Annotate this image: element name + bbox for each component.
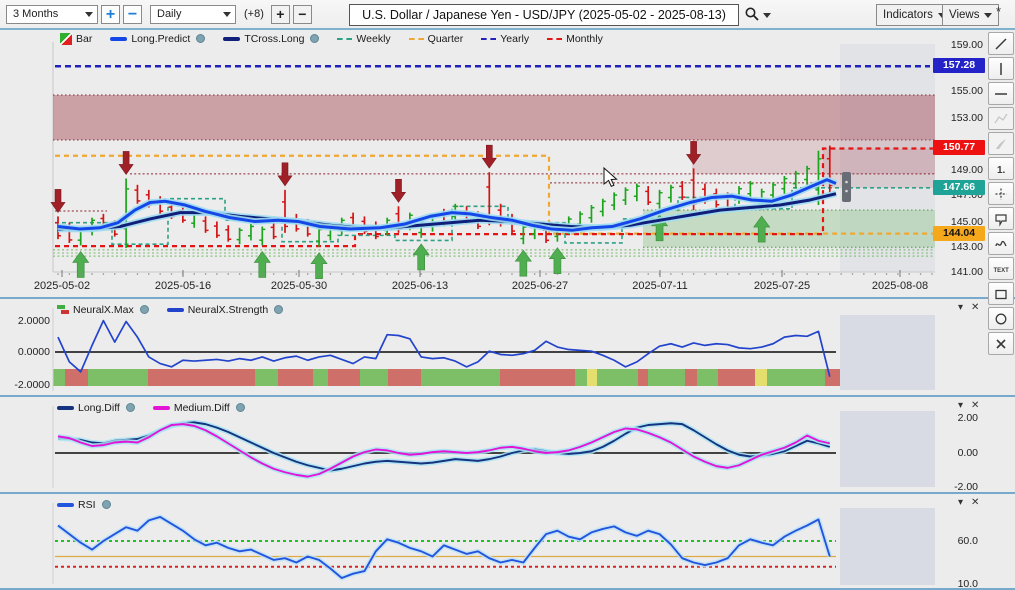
ellipse-icon[interactable] [988, 307, 1014, 330]
close-panel-icon[interactable]: ✕ [971, 498, 979, 508]
price-tick-label: 141.00 [925, 266, 983, 278]
date-tick-label: 2025-08-08 [872, 280, 928, 292]
price-tick-label: 143.00 [925, 241, 983, 253]
collapse-panel-icon[interactable]: ▾ [958, 498, 963, 508]
rectangle-icon[interactable] [988, 282, 1014, 305]
date-tick-label: 2025-06-13 [392, 280, 448, 292]
remove-bars-button[interactable]: − [293, 5, 312, 24]
range-select[interactable]: 3 Months [6, 5, 98, 24]
oscillator-tick-label: 0.00 [940, 447, 978, 459]
chevron-down-icon [984, 13, 992, 18]
add-bars-button[interactable]: + [271, 5, 290, 24]
chart-splitter-handle[interactable] [842, 172, 851, 202]
chevron-down-icon [223, 12, 231, 17]
panel-divider[interactable] [0, 492, 1015, 494]
date-tick-label: 2025-07-11 [632, 280, 687, 292]
date-tick-label: 2025-05-16 [155, 280, 211, 292]
search-dropdown-icon[interactable] [763, 13, 771, 18]
oscillator-tick-label: -2.0000 [8, 379, 50, 391]
indicators-button-label: Indicators [883, 9, 933, 21]
top-toolbar: 3 Months + − Daily (+8) + − U.S. Dollar … [0, 0, 1015, 30]
price-tick-label: 159.00 [925, 39, 983, 51]
views-button-label: Views [949, 9, 979, 21]
sell-signal-arrow [482, 145, 496, 168]
oscillator-tick-label: 2.00 [940, 412, 978, 424]
price-level-badge: 144.04 [933, 226, 985, 241]
buy-signal-arrow [549, 248, 565, 274]
interval-select-value: Daily [157, 8, 181, 20]
trendline-icon[interactable] [988, 32, 1014, 55]
buy-signal-arrow [413, 244, 429, 270]
brush-icon [988, 132, 1014, 155]
close-panel-icon[interactable]: ✕ [971, 303, 979, 313]
svg-text:1.: 1. [997, 165, 1006, 176]
date-tick-label: 2025-05-02 [34, 280, 90, 292]
future-projection-area [840, 315, 935, 390]
symbol-title-input[interactable]: U.S. Dollar / Japanese Yen - USD/JPY (20… [349, 4, 739, 26]
price-tick-label: 149.00 [925, 164, 983, 176]
range-select-value: 3 Months [13, 8, 58, 20]
date-tick-label: 2025-05-30 [271, 280, 327, 292]
price-tick-label: 155.00 [925, 85, 983, 97]
close-panel-icon[interactable]: ✕ [971, 401, 979, 411]
neuralx-panel-controls: ▾✕ [958, 303, 979, 313]
collapse-panel-icon[interactable]: ▾ [958, 303, 963, 313]
horizontal-line-icon[interactable] [988, 82, 1014, 105]
oscillator-tick-label: 60.0 [940, 535, 978, 547]
window-star-label: * [996, 4, 1001, 19]
panel-divider[interactable] [0, 297, 1015, 299]
chevron-down-icon [85, 12, 93, 17]
drawing-toolbar: 1. TEXT [987, 32, 1014, 355]
oscillator-tick-label: 0.0000 [8, 346, 50, 358]
main-price-chart [0, 30, 940, 280]
price-level-badge: 150.77 [933, 140, 985, 155]
interval-select[interactable]: Daily [150, 5, 236, 24]
rsi-panel-controls: ▾✕ [958, 498, 979, 508]
neuralx-panel-chart [0, 300, 940, 397]
mouse-cursor [604, 168, 617, 186]
future-projection-area [840, 411, 935, 487]
future-projection-area [840, 508, 935, 585]
date-tick-label: 2025-07-25 [754, 280, 810, 292]
polyline-icon [988, 107, 1014, 130]
date-tick-label: 2025-06-27 [512, 280, 568, 292]
views-button[interactable]: Views [942, 4, 999, 26]
sell-signal-arrow [392, 179, 406, 202]
text-icon[interactable]: TEXT [988, 257, 1014, 280]
price-level-badge: 147.66 [933, 180, 985, 195]
panel-divider[interactable] [0, 395, 1015, 397]
zoom-out-button[interactable]: − [123, 5, 142, 24]
vertical-line-icon[interactable] [988, 57, 1014, 80]
search-icon[interactable] [744, 6, 760, 25]
delete-icon[interactable] [988, 332, 1014, 355]
freehand-icon[interactable] [988, 232, 1014, 255]
oscillator-tick-label: 2.0000 [8, 315, 50, 327]
fibonacci-icon[interactable]: 1. [988, 157, 1014, 180]
callout-icon[interactable] [988, 207, 1014, 230]
zoom-in-button[interactable]: + [101, 5, 120, 24]
bar-offset-label: (+8) [244, 8, 264, 20]
svg-text:TEXT: TEXT [993, 268, 1009, 274]
price-level-badge: 157.28 [933, 58, 985, 73]
diff-panel-controls: ▾✕ [958, 401, 979, 411]
vantagepoint-app: 3 Months + − Daily (+8) + − U.S. Dollar … [0, 0, 1015, 590]
crosshair-icon[interactable] [988, 182, 1014, 205]
collapse-panel-icon[interactable]: ▾ [958, 401, 963, 411]
rsi-panel-chart [0, 495, 940, 590]
diff-panel-chart [0, 398, 940, 494]
price-tick-label: 153.00 [925, 112, 983, 124]
